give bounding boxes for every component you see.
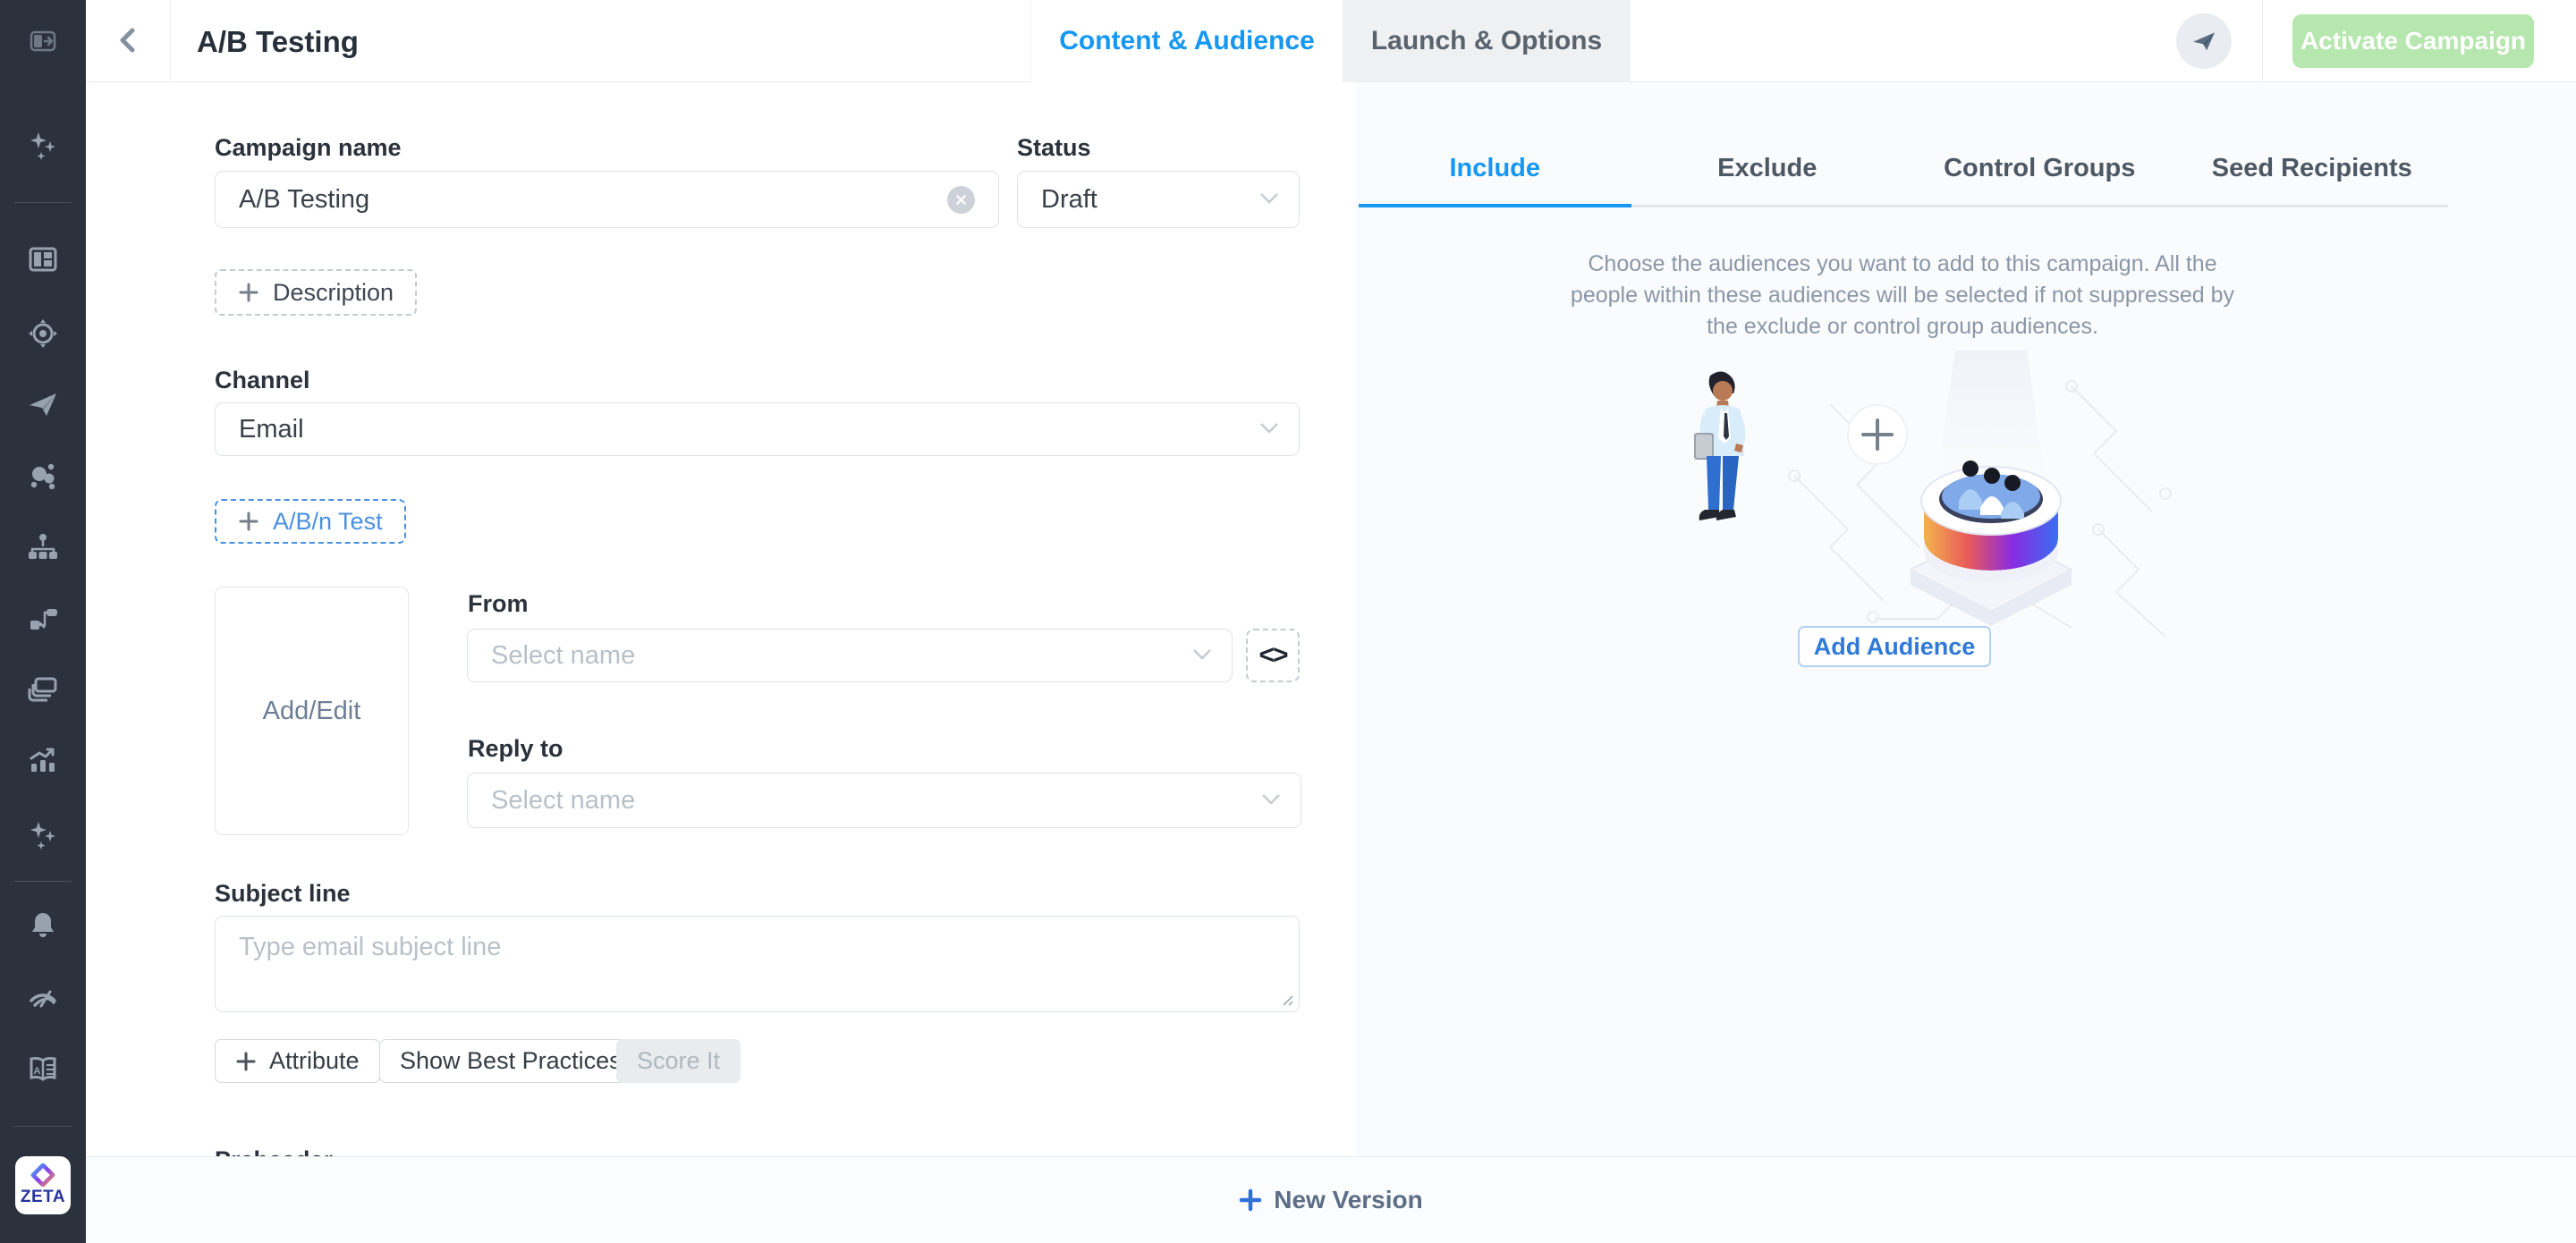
- from-label: From: [468, 590, 529, 618]
- plus-bubble-icon[interactable]: [1848, 405, 1907, 464]
- chevron-down-icon: [1259, 192, 1279, 205]
- attribute-label: Attribute: [269, 1047, 360, 1075]
- close-icon: [955, 194, 967, 206]
- chevron-down-icon: [1259, 422, 1279, 435]
- sidebar-item-notifications-bell-icon[interactable]: [23, 905, 63, 944]
- channel-value: Email: [239, 415, 304, 444]
- activate-campaign-button[interactable]: Activate Campaign: [2292, 14, 2534, 68]
- sidebar-item-knowledge-book-icon[interactable]: A: [23, 1050, 63, 1089]
- sidebar-item-send-icon[interactable]: [23, 385, 63, 424]
- page-title: A/B Testing: [197, 25, 359, 59]
- sidebar-item-flow-icon[interactable]: [23, 599, 63, 638]
- sidebar-divider: [14, 1126, 72, 1127]
- add-description-button[interactable]: Description: [215, 269, 417, 316]
- sidebar-item-target-icon[interactable]: [23, 314, 63, 353]
- add-edit-content-button[interactable]: Add/Edit: [215, 587, 409, 835]
- sidebar-collapse-toggle-icon[interactable]: [23, 21, 63, 61]
- zeta-diamond-icon: [30, 1163, 55, 1187]
- new-version-label: New Version: [1274, 1186, 1423, 1214]
- campaign-name-label: Campaign name: [215, 134, 402, 162]
- tab-include[interactable]: Include: [1359, 134, 1631, 207]
- add-edit-label: Add/Edit: [263, 697, 361, 726]
- campaign-form-panel: Campaign name Status Draft Description C…: [86, 82, 1356, 1156]
- subject-line-wrap: [215, 916, 1300, 1012]
- code-view-button[interactable]: <>: [1246, 629, 1300, 682]
- svg-text:A: A: [34, 1066, 41, 1077]
- chevron-down-icon: [1192, 648, 1212, 661]
- show-best-practices-button[interactable]: Show Best Practices: [379, 1039, 642, 1083]
- tab-control-groups[interactable]: Control Groups: [1903, 134, 2176, 207]
- tab-launch-options[interactable]: Launch & Options: [1343, 0, 1631, 82]
- code-glyph: <>: [1258, 640, 1286, 671]
- sidebar-item-ai-sparkles-icon[interactable]: [23, 125, 63, 165]
- plus-icon: [238, 282, 259, 303]
- header-divider: [2262, 0, 2263, 82]
- plus-icon: [238, 511, 259, 532]
- sidebar-item-layout-icon[interactable]: [23, 240, 63, 279]
- reply-to-select[interactable]: Select name: [467, 773, 1301, 828]
- new-version-button[interactable]: New Version: [1239, 1186, 1423, 1214]
- reply-to-placeholder: Select name: [491, 786, 635, 816]
- resize-grip-icon[interactable]: [1280, 993, 1294, 1007]
- add-description-label: Description: [273, 279, 394, 307]
- campaign-name-input[interactable]: [215, 171, 999, 228]
- status-label: Status: [1017, 134, 1091, 162]
- score-it-label: Score It: [637, 1047, 720, 1075]
- channel-label: Channel: [215, 367, 310, 394]
- subject-line-textarea[interactable]: [215, 916, 1300, 1012]
- chevron-left-icon: [114, 22, 142, 58]
- audience-description: Choose the audiences you want to add to …: [1558, 249, 2247, 342]
- audience-empty-illustration: [1651, 351, 2188, 646]
- zeta-logo-text: ZETA: [21, 1188, 65, 1207]
- add-abn-test-button[interactable]: A/B/n Test: [215, 499, 406, 544]
- sidebar-item-signal-icon[interactable]: [23, 977, 63, 1017]
- chevron-down-icon: [1261, 793, 1281, 806]
- subject-line-label: Subject line: [215, 880, 351, 908]
- send-test-button[interactable]: [2176, 13, 2232, 69]
- sidebar-item-ai-sparkles2-icon[interactable]: [23, 815, 63, 854]
- abn-test-label: A/B/n Test: [273, 508, 383, 536]
- sidebar-divider: [14, 202, 72, 203]
- paper-plane-icon: [2190, 27, 2218, 55]
- clear-campaign-name-button[interactable]: [947, 186, 975, 214]
- reply-to-label: Reply to: [468, 735, 564, 763]
- tab-seed-recipients[interactable]: Seed Recipients: [2176, 134, 2449, 207]
- preheader-label: Preheader: [215, 1146, 333, 1156]
- tab-content-audience[interactable]: Content & Audience: [1030, 0, 1343, 82]
- best-practices-label: Show Best Practices: [400, 1047, 622, 1075]
- add-attribute-button[interactable]: Attribute: [215, 1039, 380, 1083]
- sidebar-divider: [14, 881, 72, 882]
- sidebar-item-org-chart-icon[interactable]: [23, 528, 63, 568]
- back-button[interactable]: [102, 14, 154, 66]
- sidebar: A ZETA: [0, 0, 86, 1243]
- header: A/B Testing Content & Audience Launch & …: [86, 0, 2576, 82]
- footer-bar: New Version: [86, 1156, 2576, 1243]
- database-graphic: [1911, 461, 2072, 626]
- channel-select[interactable]: Email: [215, 402, 1300, 456]
- score-it-button[interactable]: Score It: [616, 1039, 741, 1083]
- sidebar-item-cluster-icon[interactable]: [23, 457, 63, 496]
- plus-icon: [1239, 1188, 1262, 1212]
- audience-tabs: Include Exclude Control Groups Seed Reci…: [1359, 134, 2448, 207]
- add-audience-button[interactable]: Add Audience: [1798, 626, 1991, 667]
- content-area: Campaign name Status Draft Description C…: [86, 82, 2576, 1156]
- person-illustration: [1694, 371, 1745, 520]
- header-divider: [170, 0, 171, 82]
- status-value: Draft: [1041, 185, 1097, 215]
- sidebar-item-analytics-icon[interactable]: [23, 740, 63, 780]
- from-placeholder: Select name: [491, 641, 635, 671]
- tab-exclude[interactable]: Exclude: [1631, 134, 1904, 207]
- from-select[interactable]: Select name: [467, 629, 1233, 682]
- audience-panel: Include Exclude Control Groups Seed Reci…: [1356, 82, 2576, 1156]
- plus-icon: [235, 1051, 257, 1072]
- status-select[interactable]: Draft: [1017, 171, 1300, 228]
- header-tabs: Content & Audience Launch & Options: [1030, 0, 1631, 82]
- light-beam: [1937, 351, 2045, 476]
- campaign-editor-app: A ZETA A/B Testing Content & Audience La…: [0, 0, 2576, 1243]
- sidebar-item-cards-icon[interactable]: [23, 670, 63, 709]
- zeta-logo[interactable]: ZETA: [15, 1156, 71, 1214]
